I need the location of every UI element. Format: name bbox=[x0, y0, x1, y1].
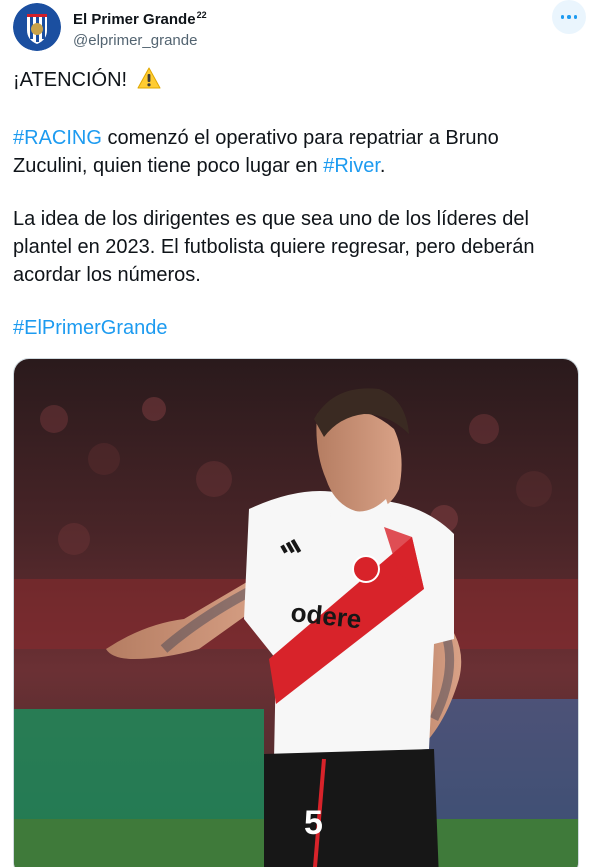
display-name[interactable]: El Primer Grande22 bbox=[73, 6, 207, 29]
hashtag-racing[interactable]: #RACING bbox=[13, 127, 102, 149]
tweet-paragraph-hashtag: #ElPrimerGrande bbox=[13, 314, 573, 342]
avatar[interactable] bbox=[13, 3, 61, 51]
alert-text: ¡ATENCIÓN! bbox=[13, 69, 128, 91]
hashtag-river[interactable]: #River bbox=[323, 155, 380, 177]
hashtag-elprimergrande[interactable]: #ElPrimerGrande bbox=[13, 317, 168, 339]
news-text-b: . bbox=[379, 155, 386, 177]
author-block: El Primer Grande22 @elprimer_grande bbox=[73, 6, 207, 51]
warning-icon bbox=[137, 67, 161, 89]
tweet-paragraph-alert: ¡ATENCIÓN! bbox=[13, 66, 573, 94]
tweet-header: El Primer Grande22 @elprimer_grande bbox=[0, 0, 592, 60]
football-player-photo: 5 odere bbox=[14, 359, 578, 867]
tweet-photo[interactable]: 5 odere bbox=[13, 358, 579, 867]
tweet-paragraph-news: #RACING comenzó el operativo para repatr… bbox=[13, 124, 573, 180]
more-horizontal-icon bbox=[560, 15, 578, 19]
more-options-button[interactable] bbox=[552, 0, 586, 34]
display-name-superscript: 22 bbox=[196, 10, 207, 20]
tweet-paragraph-detail: La idea de los dirigentes es que sea uno… bbox=[13, 208, 535, 286]
tweet-text: ¡ATENCIÓN! #RACING comenzó el operativo … bbox=[13, 66, 573, 367]
jersey-number: 5 bbox=[304, 804, 323, 842]
user-handle[interactable]: @elprimer_grande bbox=[73, 31, 207, 51]
club-crest-icon bbox=[13, 3, 61, 51]
